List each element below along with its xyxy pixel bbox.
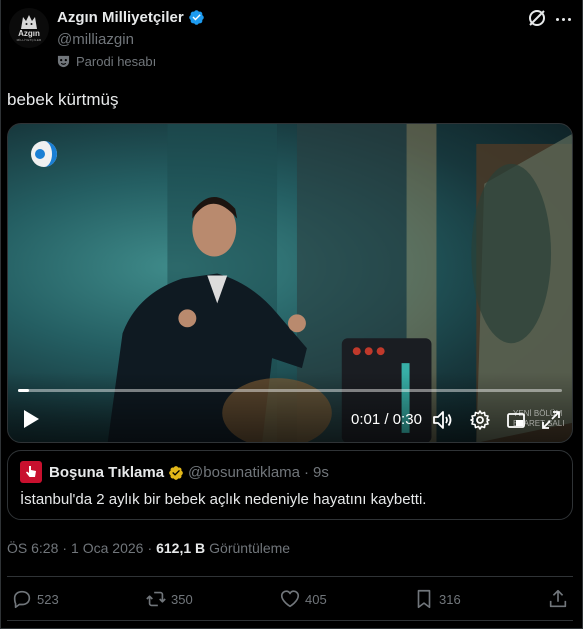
- theater-mask-icon: [57, 55, 70, 68]
- volume-icon[interactable]: [432, 409, 454, 431]
- reply-button[interactable]: 523: [11, 588, 59, 610]
- reply-icon: [13, 590, 31, 609]
- share-button[interactable]: [547, 588, 569, 610]
- video-time: 0:01 / 0:30: [351, 411, 422, 428]
- video-progress-bar[interactable]: [18, 389, 562, 392]
- quoted-tweet-header: Boşuna Tıklama @bosunatiklama · 9s: [49, 464, 329, 481]
- verified-badge-icon[interactable]: [188, 9, 205, 26]
- divider-bottom: [7, 620, 573, 621]
- tweet-time[interactable]: ÖS 6:28: [7, 540, 58, 556]
- author-handle[interactable]: @milliazgin: [57, 31, 134, 48]
- wolf-logo-icon: [21, 15, 37, 29]
- bookmark-count: 316: [439, 591, 461, 607]
- repost-button[interactable]: 350: [145, 588, 193, 610]
- views-count[interactable]: 612,1 B: [156, 540, 205, 556]
- like-count: 405: [305, 591, 327, 607]
- video-player[interactable]: 0:01 / 0:30 YENİ BÖLÜM ESARET SALI: [7, 123, 573, 443]
- quoted-timestamp[interactable]: 9s: [313, 464, 329, 481]
- bookmark-button[interactable]: 316: [413, 588, 461, 610]
- quoted-author-handle[interactable]: @bosunatiklama: [188, 464, 300, 481]
- verified-gold-badge-icon[interactable]: [168, 465, 184, 481]
- action-bar: 523 350 405 316: [1, 588, 583, 612]
- parody-label-text: Parodi hesabı: [76, 54, 157, 69]
- divider-top: [7, 576, 573, 577]
- author-display-name[interactable]: Azgın Milliyetçiler: [57, 9, 184, 26]
- quoted-separator: ·: [304, 464, 309, 481]
- heart-icon: [280, 590, 300, 608]
- share-icon: [549, 589, 567, 608]
- more-icon[interactable]: [556, 14, 576, 24]
- video-current-time: 0:01: [351, 411, 381, 428]
- quoted-author-name[interactable]: Boşuna Tıklama: [49, 464, 164, 481]
- repost-count: 350: [171, 591, 193, 607]
- author-name-row: Azgın Milliyetçiler: [57, 9, 205, 26]
- author-avatar[interactable]: Azgın MİLLİYETÇİLER: [9, 8, 49, 48]
- grok-icon[interactable]: [527, 8, 547, 28]
- parody-label: Parodi hesabı: [57, 54, 156, 69]
- avatar-sublabel: MİLLİYETÇİLER: [16, 38, 42, 42]
- quoted-tweet[interactable]: Boşuna Tıklama @bosunatiklama · 9s İstan…: [7, 450, 573, 520]
- gear-icon[interactable]: [469, 409, 491, 431]
- views-label: Görüntüleme: [209, 540, 291, 556]
- repost-icon: [146, 591, 166, 607]
- meta-separator-1: ·: [62, 540, 68, 556]
- tweet-post: Azgın MİLLİYETÇİLER Azgın Milliyetçiler …: [0, 0, 583, 629]
- quoted-tweet-text: İstanbul'da 2 aylık bir bebek açlık nede…: [20, 491, 427, 508]
- video-duration: 0:30: [392, 411, 422, 428]
- quoted-author-avatar[interactable]: [20, 461, 42, 483]
- tweet-text: bebek kürtmüş: [7, 90, 119, 109]
- tweet-meta: ÖS 6:28 · 1 Oca 2026 · 612,1 B Görüntüle…: [7, 540, 290, 556]
- play-icon[interactable]: [22, 409, 40, 429]
- video-time-separator: /: [384, 411, 389, 428]
- meta-separator-2: ·: [147, 540, 153, 556]
- cursor-hand-icon: [26, 466, 36, 477]
- video-progress-fill: [18, 389, 29, 392]
- video-controls-gradient: [8, 372, 572, 442]
- channel-logo-icon: [31, 141, 57, 167]
- fullscreen-icon[interactable]: [540, 409, 562, 431]
- bookmark-icon: [417, 589, 431, 609]
- pip-icon[interactable]: [505, 409, 527, 431]
- tweet-date[interactable]: 1 Oca 2026: [71, 540, 143, 556]
- reply-count: 523: [37, 591, 59, 607]
- like-button[interactable]: 405: [279, 588, 327, 610]
- avatar-label: Azgın: [18, 29, 40, 38]
